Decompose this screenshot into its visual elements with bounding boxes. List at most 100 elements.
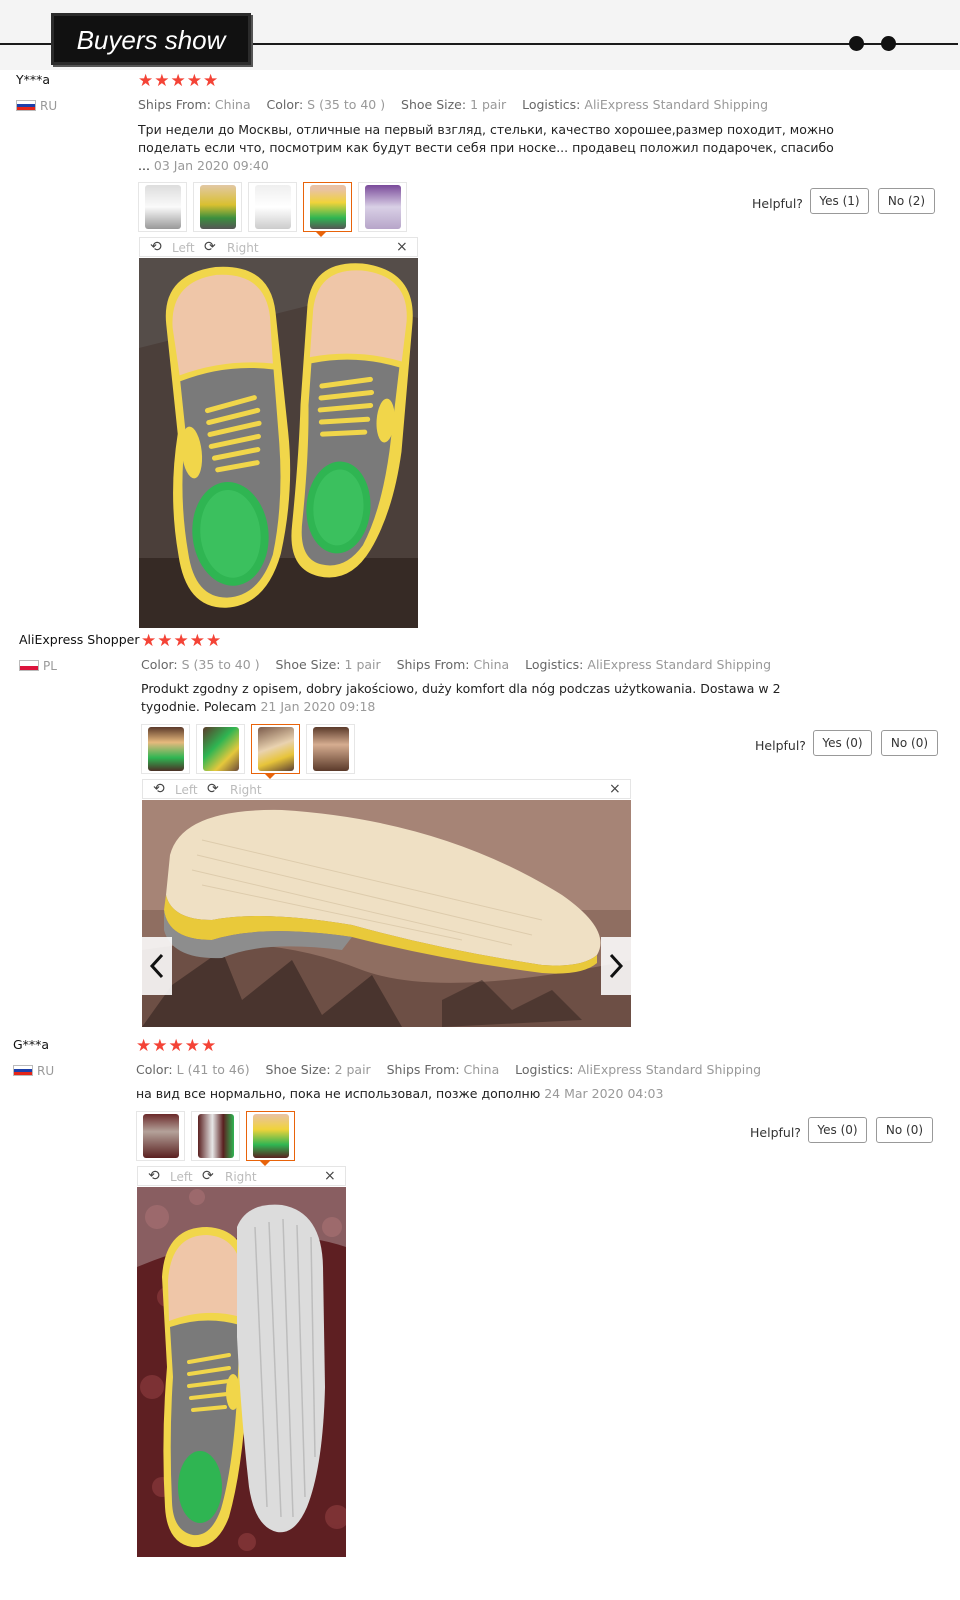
- flag-ru-icon: [16, 100, 36, 111]
- review-thumbnail[interactable]: [306, 724, 355, 774]
- review-thumbnail[interactable]: [358, 182, 407, 232]
- helpful-no-button[interactable]: No (2): [878, 188, 935, 214]
- review-text: Produkt zgodny z opisem, dobry jakościow…: [141, 680, 821, 716]
- flag-pl-icon: [19, 660, 39, 671]
- close-icon[interactable]: ×: [396, 239, 408, 255]
- image-viewer-toolbar: ⟲ Left ⟳ Right ×: [139, 237, 418, 257]
- meta-value: 1 pair: [470, 97, 507, 112]
- review-meta: Color: S (35 to 40 ) Shoe Size: 1 pair S…: [141, 657, 771, 672]
- rotate-left-label[interactable]: Left: [170, 1170, 193, 1184]
- meta-label: Shoe Size:: [401, 97, 467, 112]
- review-body: на вид все нормально, пока не использова…: [136, 1086, 545, 1101]
- meta-value: AliExpress Standard Shipping: [577, 1062, 762, 1077]
- review-thumbnails: [136, 1111, 295, 1161]
- meta-label: Shoe Size:: [265, 1062, 331, 1077]
- chevron-left-icon[interactable]: [142, 937, 172, 995]
- helpful-no-button[interactable]: No (0): [876, 1117, 933, 1143]
- review-thumbnail[interactable]: [193, 182, 242, 232]
- meta-value: S (35 to 40 ): [307, 97, 386, 112]
- rotate-right-label[interactable]: Right: [227, 241, 259, 255]
- image-viewer-toolbar: ⟲ Left ⟳ Right ×: [142, 779, 631, 799]
- reviewer-country: PL: [43, 659, 57, 673]
- meta-value: China: [463, 1062, 500, 1077]
- meta-label: Color:: [136, 1062, 173, 1077]
- review-thumbnail[interactable]: [196, 724, 245, 774]
- helpful-label: Helpful?: [750, 1125, 801, 1140]
- rotate-right-icon[interactable]: ⟳: [202, 1168, 214, 1184]
- meta-value: 2 pair: [334, 1062, 371, 1077]
- reviewer-name: AliExpress Shopper: [19, 632, 140, 647]
- review-thumbnail-active[interactable]: [251, 724, 300, 774]
- review-thumbnails: [141, 724, 355, 774]
- buyers-show-header: Buyers show: [0, 0, 960, 70]
- review-thumbnails: [138, 182, 407, 232]
- rotate-right-icon[interactable]: ⟳: [204, 239, 216, 255]
- review-body: Produkt zgodny z opisem, dobry jakościow…: [141, 681, 781, 714]
- review-text: Три недели до Москвы, отличные на первый…: [138, 121, 848, 175]
- review-thumbnail[interactable]: [141, 724, 190, 774]
- rotate-right-label[interactable]: Right: [230, 783, 262, 797]
- reviewer-name: G***a: [13, 1037, 50, 1052]
- review-photo: [139, 258, 418, 628]
- insole-comparison-image: [137, 1187, 346, 1557]
- review-text: на вид все нормально, пока не использова…: [136, 1085, 836, 1103]
- rating-stars: ★★★★★: [138, 71, 220, 91]
- rating-stars: ★★★★★: [136, 1036, 218, 1056]
- meta-label: Color:: [141, 657, 178, 672]
- review-photo: [142, 800, 631, 1027]
- rotate-left-label[interactable]: Left: [175, 783, 198, 797]
- header-title: Buyers show: [76, 25, 226, 55]
- review-thumbnail[interactable]: [248, 182, 297, 232]
- review-meta: Ships From: China Color: S (35 to 40 ) S…: [138, 97, 768, 112]
- review-thumbnail[interactable]: [138, 182, 187, 232]
- header-dot-icon: [849, 36, 864, 51]
- review-date: 24 Mar 2020 04:03: [544, 1086, 664, 1101]
- image-viewer-toolbar: ⟲ Left ⟳ Right ×: [137, 1166, 346, 1186]
- helpful-label: Helpful?: [755, 738, 806, 753]
- helpful-yes-button[interactable]: Yes (1): [810, 188, 869, 214]
- chevron-right-icon[interactable]: [601, 937, 631, 995]
- helpful-label: Helpful?: [752, 196, 803, 211]
- flag-ru-icon: [13, 1065, 33, 1076]
- review-meta: Color: L (41 to 46) Shoe Size: 2 pair Sh…: [136, 1062, 761, 1077]
- reviewer-country: RU: [37, 1064, 55, 1078]
- rotate-left-icon[interactable]: ⟲: [148, 1168, 160, 1184]
- rotate-left-icon[interactable]: ⟲: [150, 239, 162, 255]
- review-photo: [137, 1187, 346, 1557]
- meta-label: Logistics:: [522, 97, 581, 112]
- close-icon[interactable]: ×: [324, 1168, 336, 1184]
- meta-label: Ships From:: [396, 657, 470, 672]
- rotate-left-icon[interactable]: ⟲: [153, 781, 165, 797]
- meta-label: Logistics:: [525, 657, 584, 672]
- review-date: 03 Jan 2020 09:40: [153, 158, 269, 173]
- meta-value: L (41 to 46): [176, 1062, 250, 1077]
- review-thumbnail[interactable]: [191, 1111, 240, 1161]
- rating-stars: ★★★★★: [141, 631, 223, 651]
- rotate-right-label[interactable]: Right: [225, 1170, 257, 1184]
- review-thumbnail-active[interactable]: [303, 182, 352, 232]
- review-thumbnail-active[interactable]: [246, 1111, 295, 1161]
- meta-label: Shoe Size:: [275, 657, 341, 672]
- rotate-left-label[interactable]: Left: [172, 241, 195, 255]
- insole-side-image: [142, 800, 631, 1027]
- review-date: 21 Jan 2020 09:18: [260, 699, 376, 714]
- meta-value: 1 pair: [344, 657, 381, 672]
- review-thumbnail[interactable]: [136, 1111, 185, 1161]
- meta-label: Logistics:: [515, 1062, 574, 1077]
- rotate-right-icon[interactable]: ⟳: [207, 781, 219, 797]
- helpful-no-button[interactable]: No (0): [881, 730, 938, 756]
- header-title-box: Buyers show: [51, 13, 251, 65]
- header-dot-icon: [881, 36, 896, 51]
- close-icon[interactable]: ×: [609, 781, 621, 797]
- helpful-yes-button[interactable]: Yes (0): [813, 730, 872, 756]
- meta-label: Color:: [266, 97, 304, 112]
- meta-label: Ships From:: [138, 97, 211, 112]
- meta-value: S (35 to 40 ): [181, 657, 260, 672]
- meta-value: China: [214, 97, 251, 112]
- helpful-yes-button[interactable]: Yes (0): [808, 1117, 867, 1143]
- reviewer-country: RU: [40, 99, 58, 113]
- meta-value: AliExpress Standard Shipping: [587, 657, 772, 672]
- reviewer-name: Y***a: [16, 72, 51, 87]
- meta-label: Ships From:: [386, 1062, 460, 1077]
- meta-value: AliExpress Standard Shipping: [584, 97, 769, 112]
